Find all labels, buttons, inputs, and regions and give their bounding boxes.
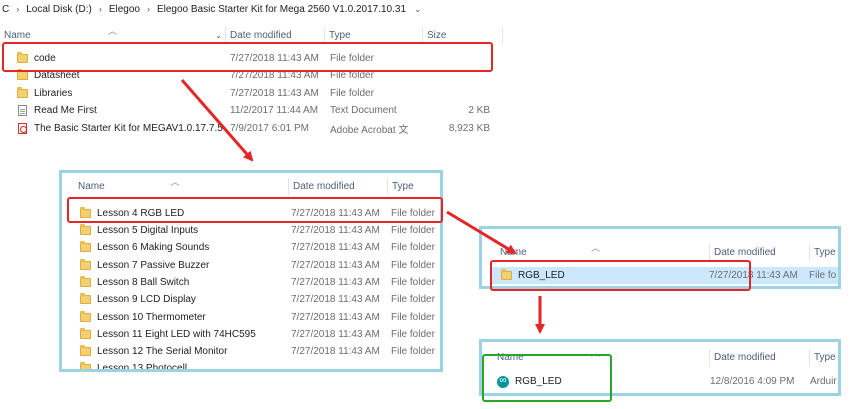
- list-item[interactable]: Datasheet 7/27/2018 11:43 AM File folder: [0, 67, 495, 84]
- column-header-type[interactable]: Type: [810, 244, 838, 261]
- main-list-header: ︿ Name ⌄ Date modified Type Size: [0, 27, 854, 44]
- column-header-date[interactable]: Date modified: [710, 244, 810, 261]
- breadcrumb-item-elegoo[interactable]: Elegoo: [107, 4, 142, 15]
- breadcrumb-separator-icon: ›: [98, 4, 102, 14]
- column-header-name[interactable]: ︿ Name: [482, 349, 710, 366]
- list-item[interactable]: code 7/27/2018 11:43 AM File folder: [0, 50, 495, 67]
- chevron-down-icon[interactable]: ⌄: [408, 4, 422, 15]
- folder-icon: [80, 276, 91, 287]
- folder-icon: [17, 52, 28, 63]
- breadcrumb-item-kit-folder[interactable]: Elegoo Basic Starter Kit for Mega 2560 V…: [155, 4, 408, 15]
- column-header-date[interactable]: Date modified: [226, 27, 325, 44]
- column-header-type[interactable]: Type: [388, 178, 440, 195]
- column-header-size[interactable]: Size: [423, 27, 503, 44]
- folder-icon: [80, 362, 91, 369]
- list-item[interactable]: Lesson 10 Thermometer 7/27/2018 11:43 AM…: [62, 309, 440, 326]
- column-header-type[interactable]: Type: [325, 27, 423, 44]
- folder-icon: [17, 87, 28, 98]
- sort-up-icon: ︿: [107, 27, 118, 36]
- folder-icon: [80, 259, 91, 270]
- column-header-name[interactable]: ︿ Name ⌄: [0, 27, 226, 44]
- sort-up-icon: ︿: [590, 244, 601, 253]
- breadcrumb-item-local-disk[interactable]: Local Disk (D:): [24, 4, 94, 15]
- list-item[interactable]: Read Me First 11/2/2017 11:44 AM Text Do…: [0, 102, 495, 119]
- lessons-panel: ︿ Name Date modified Type Lesson 4 RGB L…: [59, 170, 443, 372]
- list-item[interactable]: Lesson 11 Eight LED with 74HC595 7/27/20…: [62, 326, 440, 343]
- list-item[interactable]: Lesson 13 Photocell: [62, 360, 440, 369]
- list-item[interactable]: Lesson 12 The Serial Monitor 7/27/2018 1…: [62, 343, 440, 360]
- folder-icon: [80, 345, 91, 356]
- list-item[interactable]: Lesson 8 Ball Switch 7/27/2018 11:43 AM …: [62, 274, 440, 291]
- folder-icon: [80, 328, 91, 339]
- list-item[interactable]: Lesson 4 RGB LED 7/27/2018 11:43 AM File…: [62, 205, 440, 222]
- sort-up-icon: ︿: [590, 349, 601, 358]
- folder-icon: [501, 269, 512, 280]
- sort-up-icon: ︿: [170, 178, 180, 187]
- folder-icon: [80, 224, 91, 235]
- list-item[interactable]: The Basic Starter Kit for MEGAV1.0.17.7.…: [0, 120, 495, 137]
- list-item[interactable]: Libraries 7/27/2018 11:43 AM File folder: [0, 85, 495, 102]
- folder-icon: [17, 69, 28, 80]
- folder-icon: [80, 241, 91, 252]
- rgb-folder-panel: ︿ Name Date modified Type RGB_LED 7/27/2…: [479, 226, 841, 289]
- rgb-folder-list-header: ︿ Name Date modified Type: [482, 244, 838, 261]
- folder-icon: [80, 207, 91, 218]
- list-item[interactable]: Lesson 9 LCD Display 7/27/2018 11:43 AM …: [62, 291, 440, 308]
- column-header-name[interactable]: ︿ Name: [62, 178, 289, 195]
- breadcrumb[interactable]: C › Local Disk (D:) › Elegoo › Elegoo Ba…: [0, 0, 854, 18]
- list-item[interactable]: Lesson 6 Making Sounds 7/27/2018 11:43 A…: [62, 239, 440, 256]
- list-item[interactable]: RGB_LED 12/8/2016 4:09 PM Arduir: [482, 373, 838, 390]
- sketch-panel: ︿ Name Date modified Type RGB_LED 12/8/2…: [479, 339, 841, 396]
- document-icon: [18, 105, 27, 116]
- chevron-down-icon[interactable]: ⌄: [215, 31, 222, 40]
- column-header-type[interactable]: Type: [810, 349, 838, 366]
- breadcrumb-separator-icon: ›: [16, 4, 20, 14]
- breadcrumb-separator-icon: ›: [146, 4, 150, 14]
- pdf-icon: [18, 123, 27, 134]
- lessons-list-header: ︿ Name Date modified Type: [62, 178, 440, 195]
- list-item[interactable]: RGB_LED 7/27/2018 11:43 AM File fo: [492, 267, 838, 284]
- breadcrumb-item-pc[interactable]: C: [0, 4, 11, 15]
- column-header-date[interactable]: Date modified: [710, 349, 810, 366]
- arduino-sketch-icon: [497, 375, 509, 388]
- column-header-date[interactable]: Date modified: [289, 178, 388, 195]
- list-item[interactable]: Lesson 5 Digital Inputs 7/27/2018 11:43 …: [62, 222, 440, 239]
- list-item[interactable]: Lesson 7 Passive Buzzer 7/27/2018 11:43 …: [62, 257, 440, 274]
- folder-icon: [80, 311, 91, 322]
- sketch-list-header: ︿ Name Date modified Type: [482, 349, 838, 366]
- column-header-name[interactable]: ︿ Name: [482, 244, 710, 261]
- folder-icon: [80, 293, 91, 304]
